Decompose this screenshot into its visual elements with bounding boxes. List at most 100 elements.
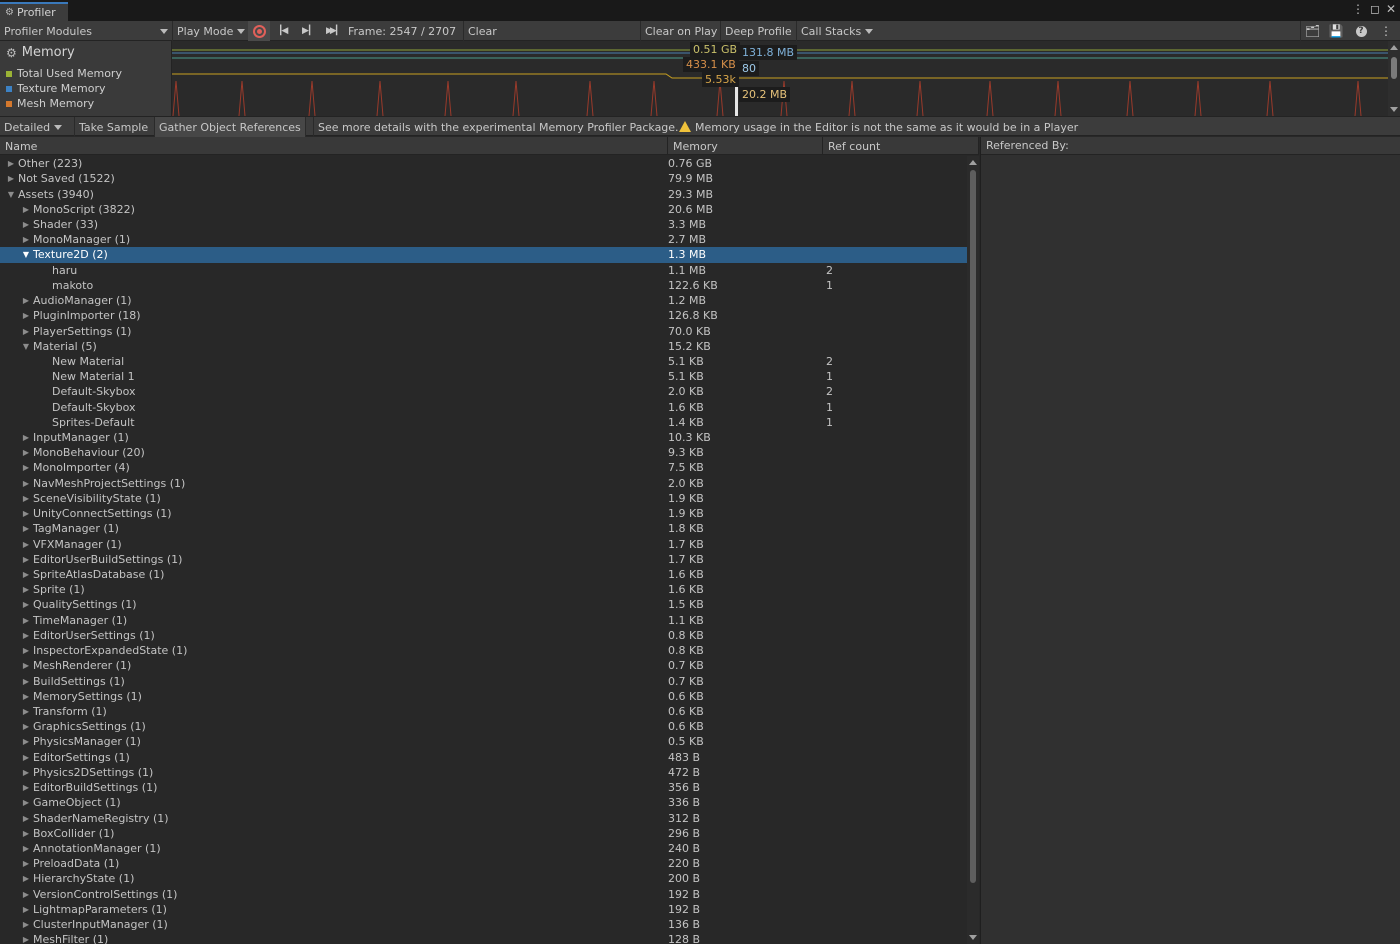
expand-arrow-icon[interactable]: ▶ [21,874,31,883]
take-sample-button[interactable]: Take Sample [74,117,152,137]
next-frame-button[interactable]: ▶┃ [298,21,314,41]
scroll-down-icon[interactable] [969,935,977,940]
memory-profiler-package-link[interactable]: See more details with the experimental M… [313,117,683,137]
tree-row[interactable]: New Material 1 5.1 KB 1 [0,369,967,384]
expand-arrow-icon[interactable]: ▶ [6,159,16,168]
tree-row[interactable]: ▶ Transform (1) 0.6 KB [0,704,967,719]
call-stacks-button[interactable]: Call Stacks [796,21,877,41]
expand-arrow-icon[interactable]: ▶ [21,737,31,746]
expand-arrow-icon[interactable]: ▶ [21,311,31,320]
tree-row[interactable]: ▶ MonoBehaviour (20) 9.3 KB [0,445,967,460]
expand-arrow-icon[interactable]: ▶ [21,844,31,853]
expand-arrow-icon[interactable]: ▶ [21,524,31,533]
tree-row[interactable]: ▶ QualitySettings (1) 1.5 KB [0,597,967,612]
toolbar-options-button[interactable]: ⋮ [1376,21,1396,41]
chart-scrollbar[interactable] [1388,41,1400,116]
tree-row[interactable]: Default-Skybox 1.6 KB 1 [0,400,967,415]
tree-row[interactable]: ▶ GraphicsSettings (1) 0.6 KB [0,719,967,734]
expand-arrow-icon[interactable]: ▶ [21,661,31,670]
expand-arrow-icon[interactable]: ▶ [21,463,31,472]
tree-row[interactable]: ▶ AudioManager (1) 1.2 MB [0,293,967,308]
tree-row[interactable]: ▼ Material (5) 15.2 KB [0,339,967,354]
close-icon[interactable]: ✕ [1386,2,1396,16]
expand-arrow-icon[interactable]: ▶ [21,935,31,944]
legend-total-used-memory[interactable]: Total Used Memory [6,67,122,80]
legend-texture-memory[interactable]: Texture Memory [6,82,106,95]
tree-row[interactable]: ▶ AnnotationManager (1) 240 B [0,841,967,856]
legend-mesh-memory[interactable]: Mesh Memory [6,97,94,110]
memory-module-title[interactable]: ⚙ Memory [6,45,75,60]
expand-arrow-icon[interactable]: ▶ [21,540,31,549]
current-frame-button[interactable]: ▶▶┃ [322,21,340,41]
tree-row[interactable]: ▶ VersionControlSettings (1) 192 B [0,887,967,902]
tree-row[interactable]: makoto 122.6 KB 1 [0,278,967,293]
expand-arrow-icon[interactable]: ▶ [21,327,31,336]
column-header-ref-count[interactable]: Ref count [823,137,979,155]
maximize-icon[interactable]: ◻ [1370,2,1380,16]
expand-arrow-icon[interactable]: ▶ [21,205,31,214]
gather-object-references-toggle[interactable]: Gather Object References [154,117,306,137]
tree-row[interactable]: Default-Skybox 2.0 KB 2 [0,384,967,399]
expand-arrow-icon[interactable]: ▶ [21,829,31,838]
expand-arrow-icon[interactable]: ▶ [21,859,31,868]
expand-arrow-icon[interactable]: ▶ [21,722,31,731]
expand-arrow-icon[interactable]: ▶ [21,570,31,579]
expand-arrow-icon[interactable]: ▶ [21,692,31,701]
tree-row[interactable]: ▶ MonoImporter (4) 7.5 KB [0,460,967,475]
tree-row[interactable]: ▶ InputManager (1) 10.3 KB [0,430,967,445]
expand-arrow-icon[interactable]: ▶ [21,707,31,716]
scroll-up-icon[interactable] [969,160,977,165]
help-button[interactable]: ? [1350,21,1372,41]
tree-row[interactable]: ▶ TagManager (1) 1.8 KB [0,521,967,536]
tree-row[interactable]: ▶ NavMeshProjectSettings (1) 2.0 KB [0,476,967,491]
tree-row[interactable]: Sprites-Default 1.4 KB 1 [0,415,967,430]
clear-button[interactable]: Clear [463,21,501,41]
tree-row[interactable]: ▶ MonoManager (1) 2.7 MB [0,232,967,247]
expand-arrow-icon[interactable]: ▶ [21,509,31,518]
collapse-arrow-icon[interactable]: ▼ [6,190,16,199]
scroll-up-icon[interactable] [1390,45,1398,50]
profiler-tab[interactable]: ⚙ Profiler [0,2,68,21]
tree-row[interactable]: ▶ Not Saved (1522) 79.9 MB [0,171,967,186]
expand-arrow-icon[interactable]: ▶ [21,768,31,777]
expand-arrow-icon[interactable]: ▶ [21,920,31,929]
expand-arrow-icon[interactable]: ▶ [21,798,31,807]
tree-row[interactable]: ▶ Other (223) 0.76 GB [0,156,967,171]
expand-arrow-icon[interactable]: ▶ [21,783,31,792]
tree-row[interactable]: ▶ VFXManager (1) 1.7 KB [0,536,967,551]
collapse-arrow-icon[interactable]: ▼ [21,250,31,259]
expand-arrow-icon[interactable]: ▶ [21,814,31,823]
expand-arrow-icon[interactable]: ▶ [21,585,31,594]
tree-row[interactable]: ▼ Texture2D (2) 1.3 MB [0,247,967,263]
tree-row[interactable]: ▶ Shader (33) 3.3 MB [0,217,967,232]
tree-row[interactable]: ▶ LightmapParameters (1) 192 B [0,902,967,917]
tree-row[interactable]: ▶ GameObject (1) 336 B [0,795,967,810]
expand-arrow-icon[interactable]: ▶ [21,600,31,609]
expand-arrow-icon[interactable]: ▶ [6,174,16,183]
scrollbar-thumb[interactable] [1391,57,1397,79]
scrollbar-thumb[interactable] [970,170,976,883]
expand-arrow-icon[interactable]: ▶ [21,479,31,488]
play-mode-dropdown[interactable]: Play Mode [172,21,249,41]
profiler-modules-dropdown[interactable]: Profiler Modules [0,21,172,41]
load-button[interactable]: 🗂 [1300,21,1324,41]
tree-row[interactable]: ▼ Assets (3940) 29.3 MB [0,186,967,201]
view-mode-dropdown[interactable]: Detailed [0,117,66,137]
expand-arrow-icon[interactable]: ▶ [21,616,31,625]
expand-arrow-icon[interactable]: ▶ [21,448,31,457]
tree-row[interactable]: ▶ MeshRenderer (1) 0.7 KB [0,658,967,673]
collapse-arrow-icon[interactable]: ▼ [21,342,31,351]
expand-arrow-icon[interactable]: ▶ [21,235,31,244]
tree-row[interactable]: haru 1.1 MB 2 [0,263,967,278]
tree-row[interactable]: ▶ PluginImporter (18) 126.8 KB [0,308,967,323]
tree-row[interactable]: ▶ UnityConnectSettings (1) 1.9 KB [0,506,967,521]
tree-row[interactable]: ▶ PlayerSettings (1) 70.0 KB [0,323,967,338]
tree-row[interactable]: ▶ MeshFilter (1) 128 B [0,932,967,944]
tree-row[interactable]: ▶ BuildSettings (1) 0.7 KB [0,673,967,688]
expand-arrow-icon[interactable]: ▶ [21,646,31,655]
expand-arrow-icon[interactable]: ▶ [21,905,31,914]
tree-row[interactable]: ▶ ClusterInputManager (1) 136 B [0,917,967,932]
tree-row[interactable]: ▶ MonoScript (3822) 20.6 MB [0,202,967,217]
tree-row[interactable]: ▶ PhysicsManager (1) 0.5 KB [0,734,967,749]
expand-arrow-icon[interactable]: ▶ [21,753,31,762]
